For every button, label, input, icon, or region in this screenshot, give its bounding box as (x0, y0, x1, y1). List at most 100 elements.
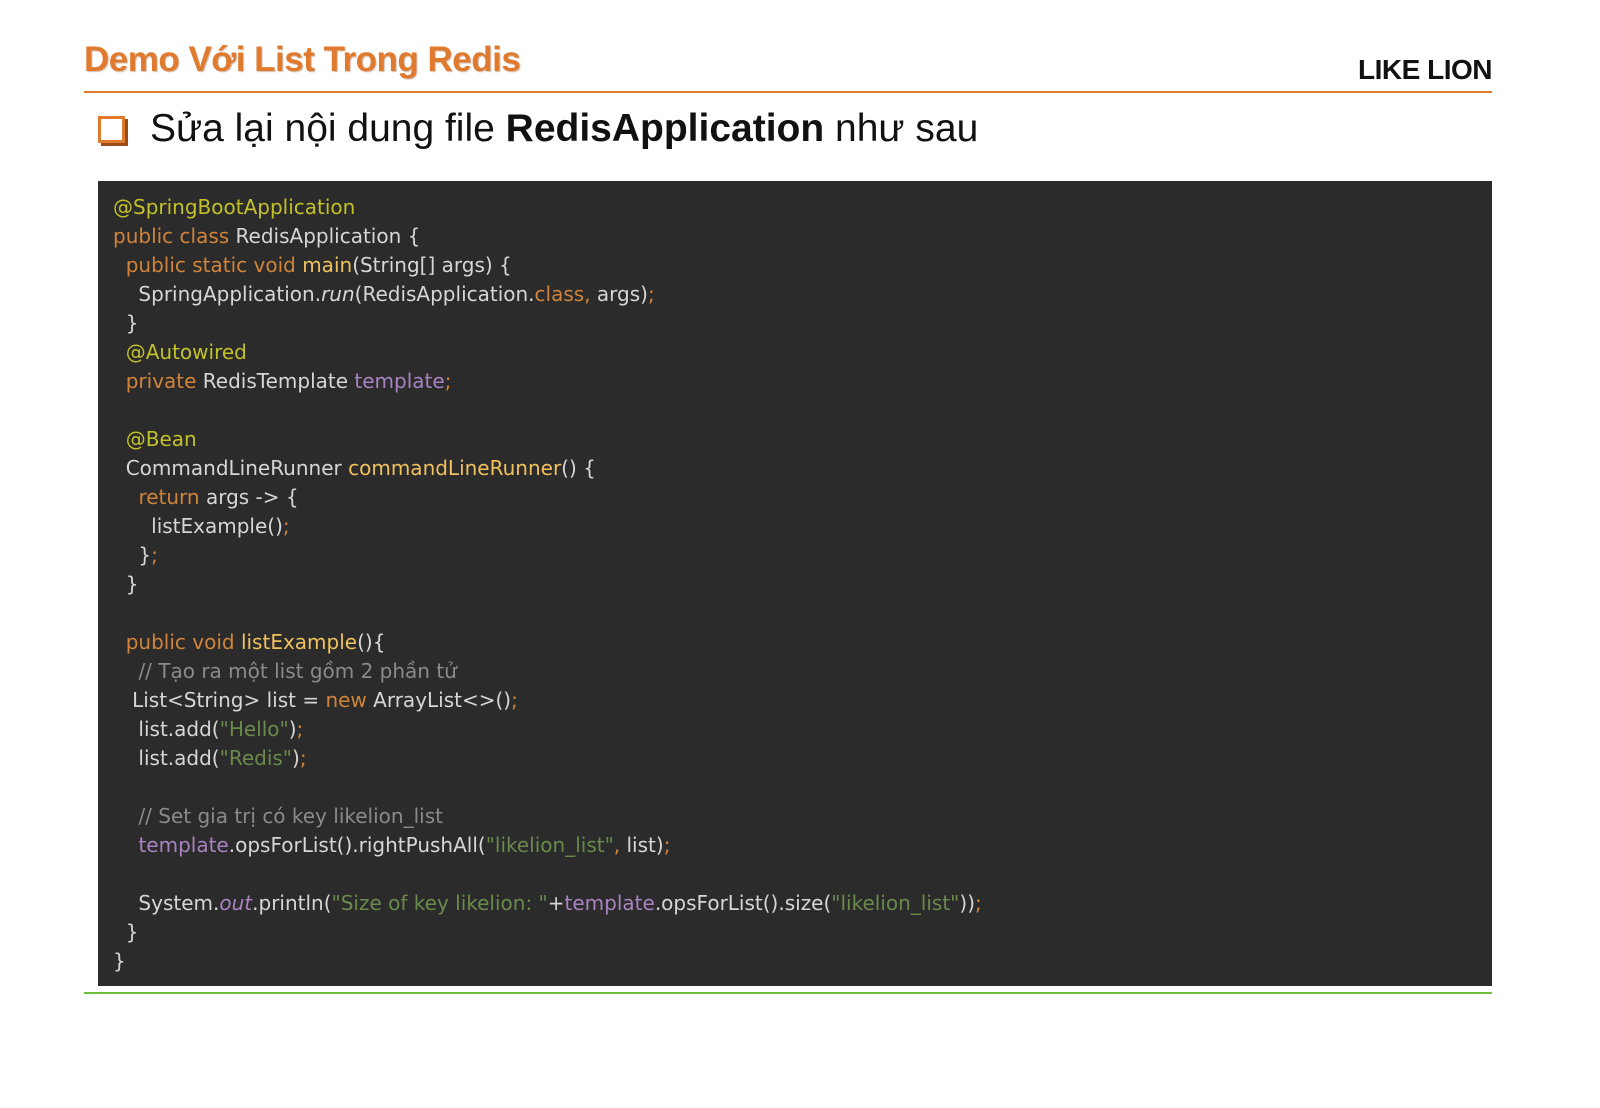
heading-filename: RedisApplication (505, 107, 825, 150)
code-token: args -> { (205, 485, 299, 509)
bottom-divider (84, 992, 1492, 994)
code-token: , (613, 833, 627, 857)
code-token: ; (511, 688, 518, 712)
code-token: (){ (357, 630, 386, 654)
code-token: args) (596, 282, 648, 306)
code-token: .opsForList().size( (654, 891, 832, 915)
code-token: ArrayList<>() (373, 688, 512, 712)
code-token: ; (975, 891, 982, 915)
code-token: () { (561, 456, 596, 480)
code-token: } (113, 949, 126, 973)
code-line: }; (113, 541, 982, 570)
code-token: run (321, 282, 355, 306)
code-token: .println( (252, 891, 332, 915)
code-token: @Autowired (125, 340, 247, 364)
code-line: @SpringBootApplication (113, 193, 982, 222)
code-token: @Bean (125, 427, 197, 451)
code-token: (String[] args) { (352, 253, 512, 277)
code-line: } (113, 947, 982, 976)
code-token: )) (959, 891, 975, 915)
code-line: } (113, 309, 982, 338)
code-token: class, (534, 282, 597, 306)
code-token: list.add( (113, 746, 220, 770)
code-token: main (302, 253, 353, 277)
code-token: "likelion_list" (831, 891, 960, 915)
title-divider (84, 91, 1492, 93)
code-line: public void listExample(){ (113, 628, 982, 657)
code-token: + (547, 891, 565, 915)
brand-logo: LIKE LION (1358, 54, 1492, 85)
heading-suffix: như sau (824, 107, 979, 150)
code-line: SpringApplication.run(RedisApplication.c… (113, 280, 982, 309)
code-token: @SpringBootApplication (113, 195, 356, 219)
code-token: listExample() (113, 514, 283, 538)
code-line: @Autowired (113, 338, 982, 367)
code-token: RedisApplication { (235, 224, 421, 248)
code-token: ) (288, 717, 297, 741)
code-token: (RedisApplication. (354, 282, 535, 306)
code-line: } (113, 918, 982, 947)
code-token: CommandLineRunner (113, 456, 349, 480)
code-token: list) (626, 833, 664, 857)
code-token: ; (444, 369, 452, 393)
code-line: listExample(); (113, 512, 982, 541)
code-line: } (113, 570, 982, 599)
code-token: RedisTemplate (202, 369, 355, 393)
code-token: list.add( (113, 717, 220, 741)
code-line: // Set gia trị có key likelion_list (113, 802, 982, 831)
code-token: } (113, 572, 139, 596)
code-panel: @SpringBootApplication public class Redis… (98, 181, 1492, 986)
code-token: public static void (125, 253, 303, 277)
code-line: @Bean (113, 425, 982, 454)
code-block: @SpringBootApplication public class Redis… (113, 193, 982, 976)
code-token: out (219, 891, 253, 915)
code-token: } (113, 543, 152, 567)
code-line: public class RedisApplication { (113, 222, 982, 251)
code-line: public static void main(String[] args) { (113, 251, 982, 280)
code-token: // Tạo ra một list gồm 2 phần tử (138, 659, 457, 683)
code-token: System. (113, 891, 220, 915)
code-token: listExample (240, 630, 358, 654)
code-line: list.add("Hello"); (113, 715, 982, 744)
code-line: return args -> { (113, 483, 982, 512)
code-token: ; (663, 833, 671, 857)
code-line: template.opsForList().rightPushAll("like… (113, 831, 982, 860)
code-token: SpringApplication. (113, 282, 322, 306)
code-token: // Set gia trị có key likelion_list (138, 804, 443, 828)
code-token: } (113, 311, 139, 335)
code-token: ; (296, 717, 304, 741)
heading-line: Sửa lại nội dung file RedisApplication n… (98, 106, 978, 152)
code-token: .opsForList().rightPushAll( (228, 833, 486, 857)
code-token: ; (151, 543, 158, 567)
code-token: ; (299, 746, 307, 770)
code-token: "Redis" (219, 746, 292, 770)
code-line: List<String> list = new ArrayList<>(); (113, 686, 982, 715)
code-token: "Hello" (219, 717, 289, 741)
code-token: template (138, 833, 229, 857)
code-token: ; (282, 514, 290, 538)
code-token: template (354, 369, 445, 393)
code-line: list.add("Redis"); (113, 744, 982, 773)
code-token: return (138, 485, 206, 509)
code-line: System.out.println("Size of key likelion… (113, 889, 982, 918)
code-token: ; (647, 282, 655, 306)
code-line: CommandLineRunner commandLineRunner() { (113, 454, 982, 483)
code-line: // Tạo ra một list gồm 2 phần tử (113, 657, 982, 686)
code-token: private (125, 369, 203, 393)
code-token: template (564, 891, 655, 915)
slide-title: Demo Với List Trong Redis (84, 40, 521, 79)
code-token: new (325, 688, 374, 712)
code-token: "Size of key likelion: " (331, 891, 548, 915)
code-token: public class (113, 224, 236, 248)
